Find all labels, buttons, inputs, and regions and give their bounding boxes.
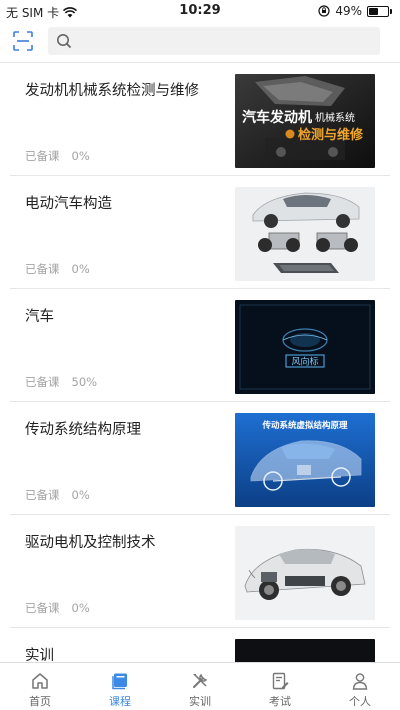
tab-label: 考试 bbox=[269, 695, 291, 708]
home-icon bbox=[32, 673, 48, 689]
course-title: 电动汽车构造 bbox=[25, 196, 112, 212]
course-thumbnail: 风向标 bbox=[235, 300, 375, 394]
course-title: 发动机机械系统检测与维修 bbox=[25, 83, 199, 99]
search-header bbox=[0, 22, 400, 62]
tab-label: 个人 bbox=[349, 695, 371, 708]
person-icon bbox=[352, 673, 368, 690]
course-thumbnail: 汽车发动机 机械系统 检测与维修 bbox=[235, 74, 375, 168]
course-thumbnail bbox=[235, 187, 375, 281]
course-title: 驱动电机及控制技术 bbox=[25, 535, 156, 551]
course-thumbnail bbox=[235, 526, 375, 620]
course-progress: 0% bbox=[71, 262, 90, 276]
course-item[interactable]: 电动汽车构造 已备课 0% bbox=[10, 176, 390, 289]
tab-course[interactable]: 课程 bbox=[80, 663, 160, 710]
thumb-text-main: 风向标 bbox=[291, 356, 318, 368]
course-item[interactable]: 传动系统结构原理 已备课 0% 传动系统虚拟结构原理 bbox=[10, 402, 390, 515]
course-status: 已备课 bbox=[25, 149, 60, 163]
thumb-text-line2: 检测与维修 bbox=[298, 127, 364, 143]
exam-icon bbox=[272, 672, 289, 690]
course-book-icon bbox=[112, 673, 127, 690]
orientation-lock-icon bbox=[318, 5, 330, 17]
course-status: 已备课 bbox=[25, 601, 60, 615]
thumb-text-main: 汽车发动机 bbox=[242, 109, 312, 126]
thumb-text-sub: 机械系统 bbox=[315, 111, 355, 124]
tab-label: 首页 bbox=[29, 695, 51, 708]
battery-icon bbox=[367, 5, 389, 17]
course-meta: 已备课 0% bbox=[25, 148, 90, 164]
tab-profile[interactable]: 个人 bbox=[320, 663, 400, 710]
course-item[interactable]: 发动机机械系统检测与维修 已备课 0% 汽车发动机 机械系统 检测与维修 bbox=[10, 63, 390, 176]
tools-icon bbox=[193, 673, 208, 688]
course-progress: 0% bbox=[71, 488, 90, 502]
course-title: 实训 bbox=[25, 648, 54, 662]
course-progress: 0% bbox=[71, 601, 90, 615]
status-right: 49% bbox=[318, 4, 392, 18]
search-input[interactable] bbox=[80, 27, 370, 55]
course-thumbnail bbox=[235, 639, 375, 662]
battery-percent: 49% bbox=[335, 4, 362, 18]
course-item[interactable]: 汽车 已备课 50% 风向标 bbox=[10, 289, 390, 402]
tab-label: 实训 bbox=[189, 695, 211, 708]
course-progress: 0% bbox=[71, 149, 90, 163]
tab-label: 课程 bbox=[109, 695, 131, 708]
course-meta: 已备课 0% bbox=[25, 487, 90, 503]
course-status: 已备课 bbox=[25, 488, 60, 502]
course-status: 已备课 bbox=[25, 375, 60, 389]
course-progress: 50% bbox=[71, 375, 98, 389]
tab-training[interactable]: 实训 bbox=[160, 663, 240, 710]
course-status: 已备课 bbox=[25, 262, 60, 276]
tab-home[interactable]: 首页 bbox=[0, 663, 80, 710]
thumb-text-main: 传动系统虚拟结构原理 bbox=[261, 420, 348, 431]
course-item[interactable]: 实训 bbox=[10, 628, 390, 662]
course-thumbnail: 传动系统虚拟结构原理 bbox=[235, 413, 375, 507]
tab-bar: 首页 课程 实训 考试 个人 bbox=[0, 662, 400, 710]
search-icon bbox=[57, 34, 72, 49]
scan-icon[interactable] bbox=[12, 30, 34, 52]
tab-exam[interactable]: 考试 bbox=[240, 663, 320, 710]
battery-fill bbox=[369, 7, 378, 15]
course-meta: 已备课 0% bbox=[25, 600, 90, 616]
course-list: 发动机机械系统检测与维修 已备课 0% 汽车发动机 机械系统 检测与维修 电动汽… bbox=[0, 62, 400, 662]
course-title: 汽车 bbox=[25, 309, 54, 325]
course-meta: 已备课 50% bbox=[25, 374, 97, 390]
course-title: 传动系统结构原理 bbox=[25, 422, 141, 438]
course-item[interactable]: 驱动电机及控制技术 已备课 0% bbox=[10, 515, 390, 628]
search-box[interactable] bbox=[48, 27, 380, 55]
status-bar: 无 SIM 卡 10:29 49% bbox=[0, 0, 400, 22]
course-meta: 已备课 0% bbox=[25, 261, 90, 277]
battery-cap bbox=[390, 8, 392, 14]
